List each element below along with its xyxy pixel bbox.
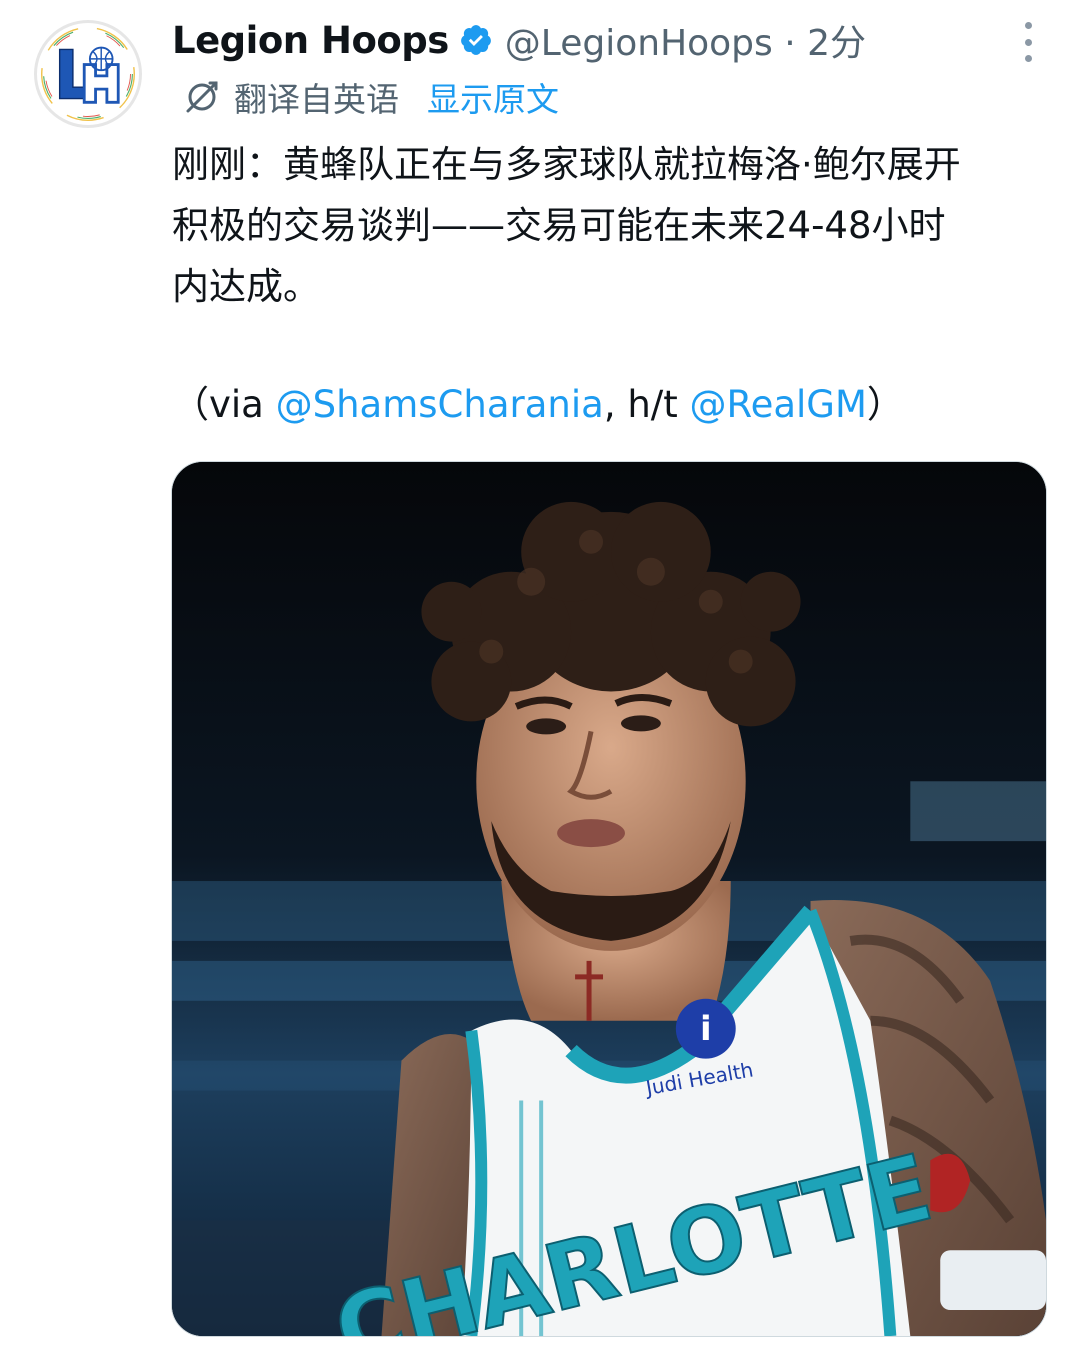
player-photo: i Judi Health CHARLOTTE <box>172 462 1046 1336</box>
timestamp[interactable]: 2分 <box>807 23 866 64</box>
meta-separator: · <box>784 23 796 64</box>
credit-close: ） <box>866 383 904 426</box>
tweet-card: Legion Hoops @LegionHoops · 2分 翻译自英语 显示原… <box>0 0 1080 1359</box>
tweet-text: 刚刚：黄蜂队正在与多家球队就拉梅洛·鲍尔展开 积极的交易谈判——交易可能在未来2… <box>172 134 1052 317</box>
tweet-text-line: 积极的交易谈判——交易可能在未来24-48小时 <box>172 204 946 247</box>
tweet-credit: （via @ShamsCharania, h/t @RealGM） <box>172 374 1052 435</box>
more-options-icon[interactable] <box>1016 22 1040 62</box>
credit-mid: , h/t <box>603 383 690 426</box>
display-name[interactable]: Legion Hoops <box>172 19 449 62</box>
tweet-text-line: 刚刚：黄蜂队正在与多家球队就拉梅洛·鲍尔展开 <box>172 143 961 186</box>
verified-badge-icon[interactable] <box>459 23 493 57</box>
tweet-header: Legion Hoops @LegionHoops · 2分 <box>172 14 866 66</box>
handle-text[interactable]: @LegionHoops <box>505 23 773 64</box>
mention-link[interactable]: @RealGM <box>690 383 867 426</box>
translate-icon <box>184 79 220 115</box>
author-handle[interactable]: @LegionHoops · 2分 <box>505 14 866 66</box>
avatar[interactable] <box>34 20 142 128</box>
translation-row: 翻译自英语 显示原文 <box>184 74 559 120</box>
credit-open: （via <box>172 383 276 426</box>
svg-text:i: i <box>700 1010 712 1049</box>
translated-from-label: 翻译自英语 <box>234 80 399 119</box>
tweet-photo[interactable]: i Judi Health CHARLOTTE <box>171 461 1047 1337</box>
mention-link[interactable]: @ShamsCharania <box>276 383 604 426</box>
legion-hoops-logo <box>40 26 136 122</box>
show-original-link[interactable]: 显示原文 <box>427 73 559 121</box>
tweet-text-line: 内达成。 <box>172 265 320 308</box>
